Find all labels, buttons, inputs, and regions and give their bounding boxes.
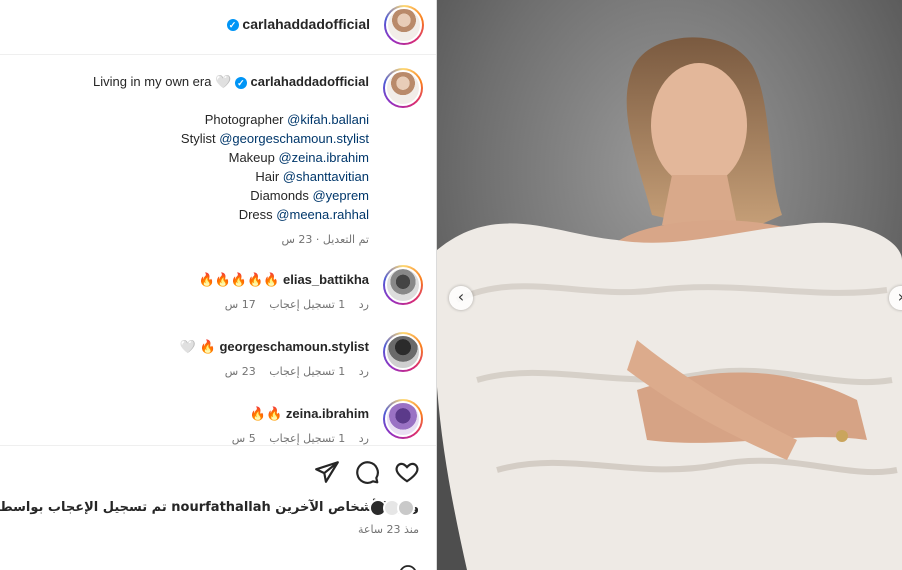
reply-button[interactable]: رد bbox=[359, 432, 369, 445]
comment-text: 🔥🔥🔥🔥🔥 elias_battikha bbox=[198, 272, 369, 287]
post-time: منذ 23 ساعة bbox=[357, 523, 419, 536]
credit-photographer: Photographer @kifah.ballani bbox=[204, 112, 369, 127]
comment-avatar[interactable] bbox=[383, 399, 423, 439]
comment-time: 23 س bbox=[224, 365, 256, 378]
comment-username[interactable]: georgeschamoun.stylist bbox=[219, 339, 369, 354]
comment-likes[interactable]: 1 تسجيل إعجاب bbox=[269, 432, 345, 445]
mention-link[interactable]: @kifah.ballani bbox=[287, 112, 369, 127]
reply-button[interactable]: رد bbox=[359, 298, 369, 311]
post-photo[interactable]: ‹ › bbox=[437, 0, 902, 570]
comment-meta: رد 1 تسجيل إعجاب 17 س bbox=[215, 298, 369, 311]
comment-meta: رد 1 تسجيل إعجاب 23 س bbox=[215, 365, 369, 378]
comment-text: 🤍 🔥 georgeschamoun.stylist bbox=[179, 339, 369, 354]
credit-stylist: Stylist @georgeschamoun.stylist bbox=[180, 131, 369, 146]
credit-hair: Hair @shanttavitian bbox=[255, 169, 369, 184]
post-actions: تم تسجيل الإعجاب بواسطة nourfathallah وم… bbox=[0, 445, 436, 570]
share-icon[interactable] bbox=[314, 459, 340, 485]
comment-avatar[interactable] bbox=[383, 332, 423, 372]
credit-diamonds: Diamonds @yeprem bbox=[250, 188, 369, 203]
mention-link[interactable]: @zeina.ibrahim bbox=[278, 150, 369, 165]
credit-makeup: Makeup @zeina.ibrahim bbox=[228, 150, 369, 165]
photo-illustration bbox=[437, 0, 902, 570]
comment-meta: رد 1 تسجيل إعجاب 5 س bbox=[222, 432, 369, 445]
mention-link[interactable]: @shanttavitian bbox=[283, 169, 369, 184]
emoji-icon[interactable] bbox=[398, 564, 418, 570]
caption-username[interactable]: ✓ carlahaddadofficial bbox=[234, 74, 369, 89]
verified-badge-icon: ✓ bbox=[226, 19, 239, 32]
liker-avatar bbox=[397, 499, 415, 517]
comment-username[interactable]: zeina.ibrahim bbox=[286, 406, 369, 421]
verified-badge-icon: ✓ bbox=[234, 76, 247, 89]
comment-time: 17 س bbox=[224, 298, 256, 311]
mention-link[interactable]: @georgeschamoun.stylist bbox=[219, 131, 369, 146]
reply-button[interactable]: رد bbox=[359, 365, 369, 378]
heart-icon[interactable] bbox=[394, 459, 420, 485]
caption-meta: تم التعديل · 23 س bbox=[281, 233, 369, 246]
chevron-left-icon[interactable]: ‹ bbox=[449, 286, 473, 310]
mention-link[interactable]: @meena.rahhal bbox=[276, 207, 369, 222]
comment-username[interactable]: elias_battikha bbox=[283, 272, 369, 287]
liked-by-text[interactable]: تم تسجيل الإعجاب بواسطة nourfathallah وم… bbox=[0, 500, 419, 515]
comment-icon[interactable] bbox=[354, 459, 380, 485]
caption-first-line: Living in my own era 🤍 ✓ carlahaddadoffi… bbox=[92, 74, 369, 89]
post-header: ✓ carlahaddadofficial bbox=[0, 0, 436, 55]
mention-link[interactable]: @yeprem bbox=[312, 188, 369, 203]
comment-text: 🔥🔥 zeina.ibrahim bbox=[249, 406, 369, 421]
comment-avatar[interactable] bbox=[383, 265, 423, 305]
header-avatar[interactable] bbox=[384, 5, 424, 45]
caption-avatar[interactable] bbox=[383, 68, 423, 108]
post-details-panel: ✓ carlahaddadofficial Living in my own e… bbox=[0, 0, 437, 570]
credit-dress: Dress @meena.rahhal bbox=[238, 207, 369, 222]
comment-likes[interactable]: 1 تسجيل إعجاب bbox=[269, 298, 345, 311]
comment-likes[interactable]: 1 تسجيل إعجاب bbox=[269, 365, 345, 378]
comment-time: 5 س bbox=[231, 432, 256, 445]
header-username[interactable]: ✓ carlahaddadofficial bbox=[226, 16, 370, 32]
